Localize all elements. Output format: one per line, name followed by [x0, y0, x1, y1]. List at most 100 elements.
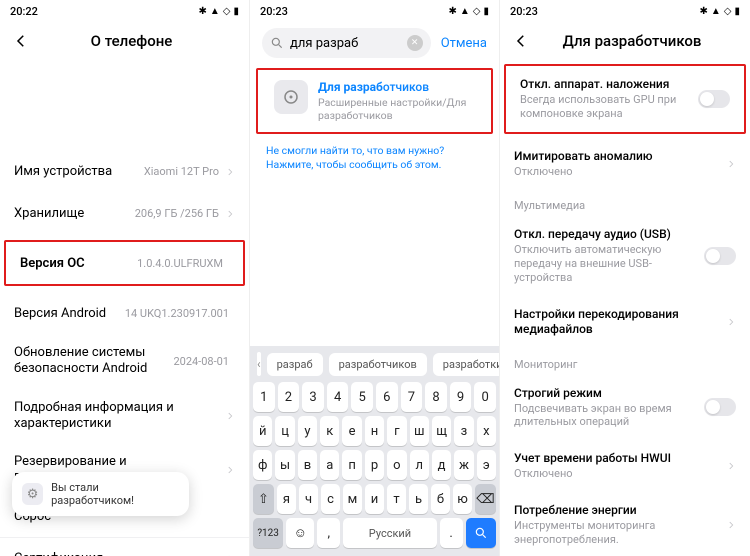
key[interactable]: в — [298, 450, 317, 480]
row-power[interactable]: Потребление энергии Инструменты монитори… — [500, 492, 750, 556]
back-button[interactable] — [512, 32, 530, 50]
row-strict-mode[interactable]: Строгий режим Подсвечивать экран во врем… — [500, 375, 750, 441]
key[interactable]: н — [365, 416, 384, 446]
header: Для разработчиков — [500, 22, 750, 60]
key-row-2: й ц у к е н г ш щ з х — [253, 416, 496, 446]
suggestion-chip[interactable]: разраб — [267, 353, 323, 376]
key[interactable]: ы — [275, 450, 294, 480]
key[interactable]: х — [477, 416, 496, 446]
clear-search-button[interactable]: ✕ — [407, 35, 423, 51]
search-query: для разраб — [290, 36, 401, 51]
row-hw-overlay[interactable]: Откл. аппарат. наложения Всегда использо… — [506, 66, 744, 132]
row-certification[interactable]: Сертификация — [0, 537, 249, 556]
key[interactable]: 7 — [401, 382, 423, 412]
key[interactable]: 6 — [376, 382, 398, 412]
key-row-5: ?123 ☺ , Русский . — [253, 518, 496, 548]
key[interactable]: щ — [432, 416, 451, 446]
status-time: 20:23 — [510, 5, 538, 18]
gear-icon: ⚙ — [22, 483, 43, 505]
key[interactable]: л — [410, 450, 429, 480]
row-label: Версия ОС — [20, 256, 137, 271]
search-icon — [270, 36, 284, 50]
key-row-3: ф ы в а п р о л д ж э — [253, 450, 496, 480]
key[interactable]: ж — [454, 450, 473, 480]
key[interactable]: ф — [253, 450, 272, 480]
row-storage[interactable]: Хранилище 206,9 ГБ /256 ГБ — [0, 192, 249, 234]
key[interactable]: ь — [409, 484, 428, 514]
toggle-switch[interactable] — [704, 398, 736, 416]
key[interactable]: ч — [299, 484, 318, 514]
search-feedback-link[interactable]: Не смогли найти то, что вам нужно? Нажми… — [250, 134, 499, 182]
wifi-icon: ◇ — [473, 6, 481, 17]
key[interactable]: р — [365, 450, 384, 480]
battery-icon: ▮ — [734, 6, 740, 17]
cancel-button[interactable]: Отмена — [441, 36, 487, 51]
key[interactable]: о — [387, 450, 406, 480]
suggestion-prev-button[interactable]: ‹ — [257, 352, 261, 376]
symbols-key[interactable]: ?123 — [253, 518, 283, 548]
key[interactable]: а — [320, 450, 339, 480]
period-key[interactable]: . — [440, 518, 463, 548]
key[interactable]: я — [277, 484, 296, 514]
key[interactable]: е — [342, 416, 361, 446]
row-transcode[interactable]: Настройки перекодирования медиафайлов — [500, 296, 750, 348]
chevron-right-icon — [225, 406, 235, 425]
status-bar: 20:23 ✱ ▲ ◇ ▮ — [250, 0, 499, 22]
row-value: Отключено — [514, 467, 726, 481]
row-os-version[interactable]: Версия ОС 1.0.4.0.ULFRUXM — [6, 242, 243, 284]
key[interactable]: с — [321, 484, 340, 514]
toggle-switch[interactable] — [698, 90, 730, 108]
backspace-key[interactable]: ⌫ — [475, 484, 496, 514]
row-device-name[interactable]: Имя устройства Xiaomi 12T Pro — [0, 150, 249, 192]
status-icons: ✱ ▲ ◇ ▮ — [198, 6, 239, 17]
key[interactable]: 1 — [253, 382, 275, 412]
toast-developer: ⚙ Вы стали разработчиком! — [12, 472, 189, 516]
key[interactable]: 0 — [474, 382, 496, 412]
comma-key[interactable]: , — [317, 518, 340, 548]
space-key[interactable]: Русский — [343, 518, 436, 548]
row-detailed-info[interactable]: Подробная информация и характеристики — [0, 389, 249, 444]
key[interactable]: 3 — [302, 382, 324, 412]
key[interactable]: 4 — [327, 382, 349, 412]
signal-icon: ▲ — [711, 6, 721, 17]
key[interactable]: 8 — [425, 382, 447, 412]
key[interactable]: б — [431, 484, 450, 514]
key[interactable]: к — [320, 416, 339, 446]
key[interactable]: й — [253, 416, 272, 446]
emoji-key[interactable]: ☺ — [286, 518, 314, 548]
chevron-right-icon — [726, 515, 736, 534]
key[interactable]: т — [387, 484, 406, 514]
key[interactable]: г — [387, 416, 406, 446]
row-hwui[interactable]: Учет времени работы HWUI Отключено — [500, 440, 750, 492]
row-simulate-anomaly[interactable]: Имитировать аномалию Отключено — [500, 138, 750, 190]
key[interactable]: п — [342, 450, 361, 480]
back-button[interactable] — [12, 32, 30, 50]
key[interactable]: ш — [410, 416, 429, 446]
key[interactable]: м — [343, 484, 362, 514]
search-result-developer[interactable]: Для разработчиков Расширенные настройки/… — [264, 70, 485, 132]
search-key[interactable] — [466, 518, 496, 548]
row-value: Xiaomi 12T Pro — [144, 165, 219, 178]
key[interactable]: ц — [275, 416, 294, 446]
toggle-switch[interactable] — [704, 247, 736, 265]
suggestion-chip[interactable]: разработки — [433, 353, 500, 376]
key[interactable]: и — [365, 484, 384, 514]
search-input[interactable]: для разраб ✕ — [262, 28, 431, 58]
shift-key[interactable]: ⇧ — [253, 484, 274, 514]
key[interactable]: з — [454, 416, 473, 446]
key[interactable]: у — [298, 416, 317, 446]
key[interactable]: 2 — [278, 382, 300, 412]
settings-icon — [274, 80, 308, 114]
key[interactable]: 9 — [450, 382, 472, 412]
key[interactable]: э — [477, 450, 496, 480]
suggestion-chip[interactable]: разработчиков — [329, 353, 427, 376]
row-usb-audio[interactable]: Откл. передачу аудио (USB) Отключить авт… — [500, 216, 750, 295]
key[interactable]: д — [432, 450, 451, 480]
row-security-update[interactable]: Обновление системы безопасности Android … — [0, 334, 249, 389]
header: О телефоне — [0, 22, 249, 60]
row-label: Настройки перекодирования медиафайлов — [514, 307, 726, 337]
key[interactable]: 5 — [351, 382, 373, 412]
toast-message: Вы стали разработчиком! — [51, 481, 179, 507]
row-android-version[interactable]: Версия Android 14 UKQ1.230917.001 — [0, 292, 249, 334]
key[interactable]: ю — [453, 484, 472, 514]
